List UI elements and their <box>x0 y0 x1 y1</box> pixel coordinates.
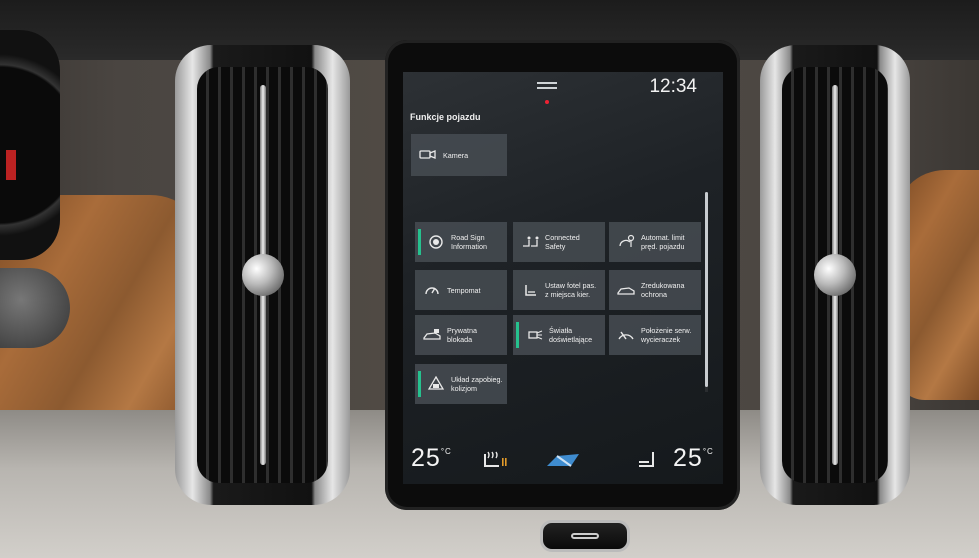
scrollbar-thumb[interactable] <box>705 192 708 387</box>
driver-temp[interactable]: 25°C <box>411 444 452 473</box>
air-vent-right[interactable] <box>760 45 910 505</box>
vent-knob-right[interactable] <box>814 254 856 296</box>
function-label: Tempomat <box>447 285 481 295</box>
active-indicator <box>418 371 421 397</box>
function-tile[interactable]: Connected Safety <box>513 222 605 262</box>
function-tile[interactable]: Prywatna blokada <box>415 315 507 355</box>
function-label: Connected Safety <box>545 233 580 251</box>
active-indicator <box>418 229 421 255</box>
function-tile[interactable]: Zredukowana ochrona <box>609 270 701 310</box>
function-label: Ustaw fotel pas. z miejsca kier. <box>545 281 597 299</box>
function-tile[interactable]: Ustaw fotel pas. z miejsca kier. <box>513 270 605 310</box>
function-tile[interactable]: Układ zapobieg. kolizjom <box>415 364 507 404</box>
home-button[interactable] <box>540 520 630 552</box>
status-bar: 12:34 <box>403 72 723 104</box>
cruise-control-icon <box>423 282 441 298</box>
passenger-temp[interactable]: 25°C <box>673 444 714 473</box>
clock: 12:34 <box>649 76 697 97</box>
function-label: Układ zapobieg. kolizjom <box>451 375 503 393</box>
climate-bar: 25°C 25°C <box>403 438 723 484</box>
reduced-guard-icon <box>617 282 635 298</box>
camera-icon <box>419 147 437 163</box>
function-label: Zredukowana ochrona <box>641 281 685 299</box>
top-view-handle[interactable] <box>537 82 557 89</box>
air-vent-left[interactable] <box>175 45 350 505</box>
wiper-service-icon <box>617 327 635 343</box>
collision-avoid-icon <box>427 376 445 392</box>
function-tile[interactable]: Automat. limit pręd. pojazdu <box>609 222 701 262</box>
cornering-lights-icon <box>525 327 543 343</box>
road-sign-icon <box>427 234 445 250</box>
function-tile[interactable]: Tempomat <box>415 270 507 310</box>
infotainment-screen: 12:34 Funkcje pojazdu Kamera Road Sign I… <box>403 72 723 484</box>
function-tile[interactable]: Położenie serw. wycieraczek <box>609 315 701 355</box>
active-indicator <box>516 322 519 348</box>
page-title: Funkcje pojazdu <box>410 112 481 122</box>
function-label: Automat. limit pręd. pojazdu <box>641 233 685 251</box>
function-tile[interactable]: Road Sign Information <box>415 222 507 262</box>
instrument-cluster <box>0 30 60 260</box>
camera-label: Kamera <box>443 150 469 160</box>
function-label: Prywatna blokada <box>447 326 477 344</box>
seat-adjust-icon <box>521 282 539 298</box>
function-label: Położenie serw. wycieraczek <box>641 326 692 344</box>
speed-limit-icon <box>617 234 635 250</box>
climate-fan-icon[interactable] <box>543 448 583 474</box>
function-label: Road Sign Information <box>451 233 487 251</box>
function-label: Światła doświetlające <box>549 326 593 344</box>
function-tile[interactable]: Światła doświetlające <box>513 315 605 355</box>
indicator-dot <box>545 100 549 104</box>
camera-button[interactable]: Kamera <box>411 134 507 176</box>
seat-heat-icon[interactable] <box>479 448 509 472</box>
connected-safety-icon <box>521 234 539 250</box>
passenger-seat-icon[interactable] <box>635 448 661 472</box>
private-lock-icon <box>423 327 441 343</box>
vent-knob-left[interactable] <box>241 254 284 296</box>
